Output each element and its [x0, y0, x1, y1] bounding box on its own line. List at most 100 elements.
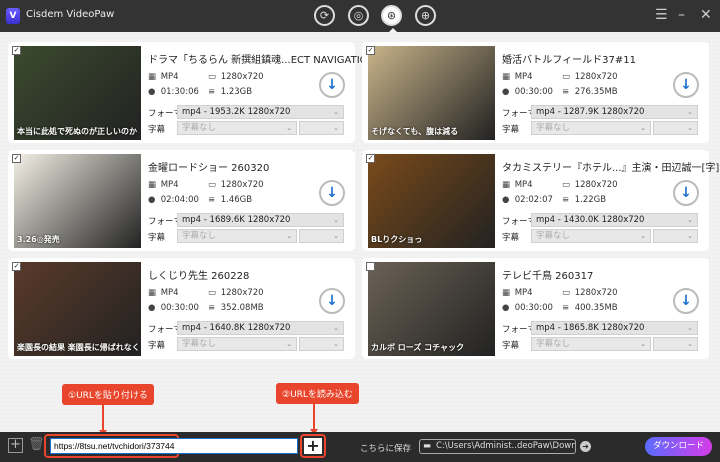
monitor-icon: ▭ [208, 288, 217, 298]
chevron-down-icon: ⌄ [333, 124, 339, 132]
subtitle-label: 字幕 [502, 125, 520, 135]
video-title: 婚活バトルフィールド37#11 [502, 55, 636, 66]
container-info: ▦ MP4 [502, 288, 533, 298]
annotation-step2: ②URLを読み込む [276, 383, 359, 404]
select-checkbox[interactable] [366, 262, 375, 271]
chevron-down-icon: ⌄ [687, 324, 693, 332]
duration-info: ● 02:04:00 [148, 195, 199, 205]
subtitle-select[interactable]: 字幕なし ⌄ [531, 229, 651, 243]
container-info: ▦ MP4 [148, 72, 179, 82]
monitor-icon: ▭ [208, 72, 217, 82]
size-info: ≡ 276.35MB [562, 87, 618, 97]
database-icon: ≡ [562, 87, 570, 97]
download-button[interactable]: ↓ [319, 288, 345, 314]
video-title: 金曜ロードショー 260320 [148, 163, 270, 174]
thumbnail-caption: カルボ ローズ コチャック [371, 343, 465, 352]
app-logo: V [6, 8, 20, 24]
format-select[interactable]: mp4 - 1640.8K 1280x720 ⌄ [177, 321, 344, 335]
close-icon[interactable]: ✕ [700, 7, 712, 23]
trash-icon[interactable]: 🗑 [28, 437, 45, 452]
add-icon[interactable]: + [8, 438, 23, 453]
subtitle-select[interactable]: 字幕なし ⌄ [531, 121, 651, 135]
subtitle-language-select[interactable]: ⌄ [299, 337, 344, 351]
load-url-button[interactable]: + [304, 438, 322, 454]
chevron-down-icon: ⌄ [687, 216, 693, 224]
convert-mode-icon[interactable]: ⟳ [314, 5, 335, 26]
download-button[interactable]: ↓ [673, 180, 699, 206]
format-select[interactable]: mp4 - 1689.6K 1280x720 ⌄ [177, 213, 344, 227]
menu-icon[interactable]: ☰ [655, 7, 668, 23]
url-input[interactable] [50, 438, 298, 454]
folder-icon: ▬ [423, 441, 432, 451]
video-card: そげなくても、腹は減る ✓ 婚活バトルフィールド37#11 ▦ MP4 ▭ 12… [362, 42, 709, 143]
select-checkbox[interactable]: ✓ [12, 154, 21, 163]
chevron-down-icon: ⌄ [687, 232, 693, 240]
subtitle-language-select[interactable]: ⌄ [299, 229, 344, 243]
download-mode-icon[interactable]: ⊛ [381, 5, 402, 26]
subtitle-language-select[interactable]: ⌄ [299, 121, 344, 135]
format-select[interactable]: mp4 - 1953.2K 1280x720 ⌄ [177, 105, 344, 119]
select-checkbox[interactable]: ✓ [366, 46, 375, 55]
clock-icon: ● [502, 303, 510, 313]
duration-info: ● 02:02:07 [502, 195, 553, 205]
minimize-icon[interactable]: – [678, 7, 685, 23]
chevron-down-icon: ⌄ [333, 340, 339, 348]
clock-icon: ● [502, 195, 510, 205]
download-all-button[interactable]: ダウンロード [645, 437, 712, 456]
subtitle-select[interactable]: 字幕なし ⌄ [177, 121, 297, 135]
database-icon: ≡ [562, 195, 570, 205]
save-path-text: C:\Users\Administ..deoPaw\Downloaded [436, 441, 575, 451]
video-card: 本当に此処で死ぬのが正しいのか ✓ ドラマ「ちるらん 新撰組鎮魂...ECT N… [8, 42, 375, 143]
resolution-info: ▭ 1280x720 [208, 180, 264, 190]
open-folder-arrow-icon[interactable]: ➜ [580, 441, 591, 452]
container-info: ▦ MP4 [148, 180, 179, 190]
chevron-down-icon: ⌄ [333, 216, 339, 224]
subtitle-select[interactable]: 字幕なし ⌄ [177, 229, 297, 243]
format-select[interactable]: mp4 - 1287.9K 1280x720 ⌄ [531, 105, 698, 119]
container-info: ▦ MP4 [148, 288, 179, 298]
subtitle-label: 字幕 [502, 341, 520, 351]
dvd-mode-icon[interactable]: ◎ [348, 5, 369, 26]
download-button[interactable]: ↓ [673, 72, 699, 98]
select-checkbox[interactable]: ✓ [366, 154, 375, 163]
subtitle-language-select[interactable]: ⌄ [653, 229, 698, 243]
size-info: ≡ 1.46GB [208, 195, 253, 205]
subtitle-label: 字幕 [148, 341, 166, 351]
size-info: ≡ 352.08MB [208, 303, 264, 313]
database-icon: ≡ [208, 195, 216, 205]
chevron-down-icon: ⌄ [687, 340, 693, 348]
monitor-icon: ▭ [562, 180, 571, 190]
select-checkbox[interactable]: ✓ [12, 46, 21, 55]
subtitle-select[interactable]: 字幕なし ⌄ [531, 337, 651, 351]
thumbnail-caption: 3.26◎発売 [17, 235, 60, 244]
download-button[interactable]: ↓ [319, 72, 345, 98]
subtitle-language-select[interactable]: ⌄ [653, 121, 698, 135]
download-button[interactable]: ↓ [673, 288, 699, 314]
monitor-icon: ▭ [562, 72, 571, 82]
chevron-down-icon: ⌄ [286, 124, 292, 132]
container-info: ▦ MP4 [502, 72, 533, 82]
video-title: しくじり先生 260228 [148, 271, 250, 282]
select-checkbox[interactable]: ✓ [12, 262, 21, 271]
save-path-field[interactable]: ▬ C:\Users\Administ..deoPaw\Downloaded [419, 439, 576, 454]
monitor-icon: ▭ [562, 288, 571, 298]
chevron-down-icon: ⌄ [687, 108, 693, 116]
clock-icon: ● [148, 195, 156, 205]
chevron-down-icon: ⌄ [687, 124, 693, 132]
video-title: タカミステリー『ホテル...』主演・田辺誠一[字] [502, 163, 720, 174]
video-title: ドラマ「ちるらん 新撰組鎮魂...ECT NAVIGATION [148, 55, 375, 66]
format-select[interactable]: mp4 - 1430.0K 1280x720 ⌄ [531, 213, 698, 227]
resolution-info: ▭ 1280x720 [208, 288, 264, 298]
chevron-down-icon: ⌄ [333, 232, 339, 240]
chevron-down-icon: ⌄ [333, 324, 339, 332]
subtitle-label: 字幕 [502, 233, 520, 243]
download-button[interactable]: ↓ [319, 180, 345, 206]
download-list-mode-icon[interactable]: ⊕ [415, 5, 436, 26]
subtitle-select[interactable]: 字幕なし ⌄ [177, 337, 297, 351]
thumbnail-caption: 本当に此処で死ぬのが正しいのか [17, 127, 137, 136]
annotation-arrow [313, 403, 315, 430]
subtitle-language-select[interactable]: ⌄ [653, 337, 698, 351]
thumbnail-caption: BLりクショっ [371, 235, 423, 244]
duration-info: ● 00:30:00 [502, 87, 553, 97]
format-select[interactable]: mp4 - 1865.8K 1280x720 ⌄ [531, 321, 698, 335]
